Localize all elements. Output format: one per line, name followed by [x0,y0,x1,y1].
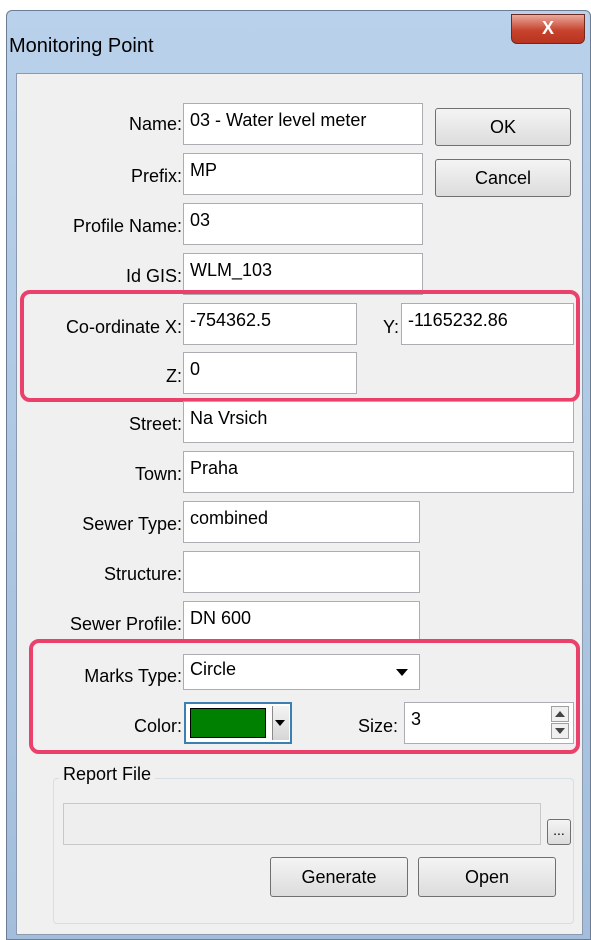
coordinate-y-field[interactable]: -1165232.86 [401,303,574,345]
report-file-group [53,778,574,924]
spin-down-button[interactable] [551,723,569,739]
id-gis-field[interactable]: WLM_103 [183,253,423,295]
close-button[interactable]: X [511,14,585,44]
color-picker[interactable] [184,702,292,744]
monitoring-point-dialog: Monitoring Point X Name: 03 - Water leve… [6,10,591,940]
generate-button[interactable]: Generate [270,857,408,897]
name-label: Name: [128,114,182,134]
size-value: 3 [411,709,422,729]
chevron-down-icon [396,669,408,676]
report-file-path [63,803,541,845]
spin-up-button[interactable] [551,706,569,722]
chevron-down-icon [275,720,285,726]
marks-type-label: Marks Type: [84,666,182,686]
color-label: Color: [133,716,182,736]
sewer-type-label: Sewer Type: [82,514,182,534]
coordinate-z-label: Z: [166,366,182,386]
arrow-up-icon [555,711,565,717]
coordinate-x-field[interactable]: -754362.5 [183,303,357,345]
town-label: Town: [134,464,182,484]
sewer-profile-field[interactable]: DN 600 [183,601,420,643]
arrow-down-icon [555,728,565,734]
ok-button[interactable]: OK [435,108,571,146]
structure-label: Structure: [103,564,182,584]
browse-button[interactable]: ... [547,819,571,845]
marks-type-value: Circle [190,659,237,679]
profile-name-label: Profile Name: [72,216,182,236]
color-dropdown-button[interactable] [272,706,289,740]
id-gis-label: Id GIS: [125,266,182,286]
cancel-button[interactable]: Cancel [435,159,571,197]
sewer-profile-label: Sewer Profile: [69,614,182,634]
close-icon: X [541,18,554,38]
size-label: Size: [357,716,398,736]
street-field[interactable]: Na Vrsich [183,401,574,443]
color-swatch [190,708,266,738]
name-field[interactable]: 03 - Water level meter [183,103,423,145]
coordinate-x-label: Co-ordinate X: [65,317,182,337]
profile-name-field[interactable]: 03 [183,203,423,245]
prefix-label: Prefix: [130,166,182,186]
dialog-body: Name: 03 - Water level meter OK Cancel P… [16,73,583,935]
structure-field[interactable] [183,551,420,593]
report-file-title: Report File [59,764,156,785]
window-title: Monitoring Point [9,35,154,57]
prefix-field[interactable]: MP [183,153,423,195]
open-button[interactable]: Open [418,857,556,897]
marks-type-select[interactable]: Circle [183,654,420,690]
title-bar[interactable]: Monitoring Point X [7,11,590,73]
street-label: Street: [128,414,182,434]
size-spinner[interactable]: 3 [404,702,574,744]
sewer-type-field[interactable]: combined [183,501,420,543]
town-field[interactable]: Praha [183,451,574,493]
coordinate-y-label: Y: [382,317,399,337]
coordinate-z-field[interactable]: 0 [183,352,357,394]
